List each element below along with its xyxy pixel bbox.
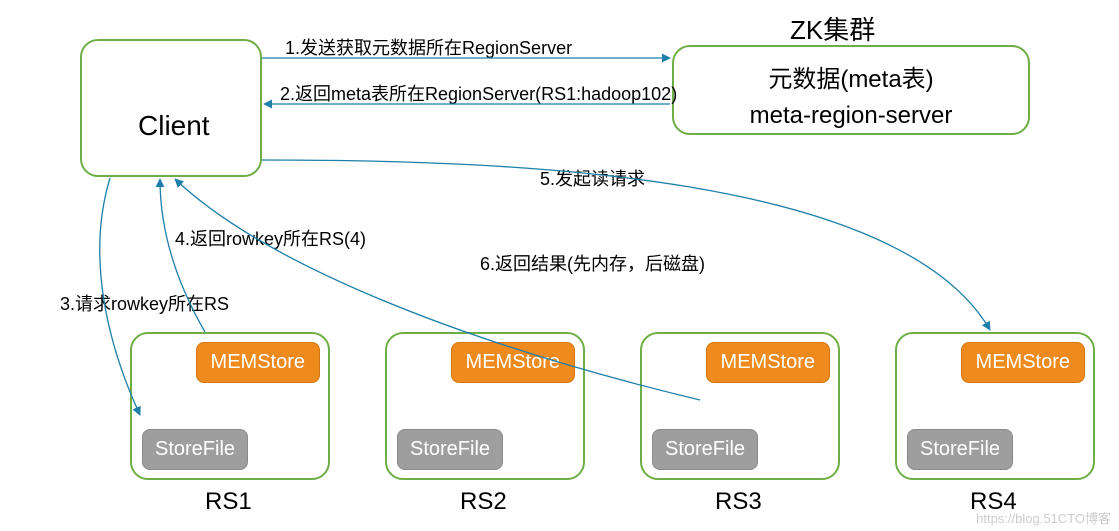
- rs1-box: MEMStore StoreFile: [130, 332, 330, 480]
- rs2-title: RS2: [460, 488, 507, 516]
- rs3-box: MEMStore StoreFile: [640, 332, 840, 480]
- arrow2-label: 2.返回meta表所在RegionServer(RS1:hadoop102): [280, 80, 677, 106]
- arrow4-label: 4.返回rowkey所在RS(4): [175, 225, 366, 251]
- watermark: https://blog.51CTO博客: [976, 508, 1111, 527]
- rs4-storefile: StoreFile: [907, 429, 1013, 470]
- rs4-box: MEMStore StoreFile: [895, 332, 1095, 480]
- arrow5-label: 5.发起读请求: [540, 165, 645, 191]
- rs3-storefile: StoreFile: [652, 429, 758, 470]
- client-box: [80, 39, 262, 177]
- zk-line2: meta-region-server: [674, 102, 1028, 130]
- arrow3-label: 3.请求rowkey所在RS: [60, 290, 229, 316]
- client-label: Client: [138, 110, 210, 142]
- rs2-memstore: MEMStore: [451, 342, 575, 383]
- arrow6-label: 6.返回结果(先内存，后磁盘): [480, 250, 705, 276]
- rs3-title: RS3: [715, 488, 762, 516]
- rs3-memstore: MEMStore: [706, 342, 830, 383]
- rs2-box: MEMStore StoreFile: [385, 332, 585, 480]
- rs1-memstore: MEMStore: [196, 342, 320, 383]
- zk-box: 元数据(meta表) meta-region-server: [672, 45, 1030, 135]
- zk-line1: 元数据(meta表): [674, 59, 1028, 94]
- arrow1-label: 1.发送获取元数据所在RegionServer: [285, 34, 572, 60]
- zk-title: ZK集群: [790, 10, 875, 47]
- rs1-title: RS1: [205, 488, 252, 516]
- rs4-memstore: MEMStore: [961, 342, 1085, 383]
- rs2-storefile: StoreFile: [397, 429, 503, 470]
- rs1-storefile: StoreFile: [142, 429, 248, 470]
